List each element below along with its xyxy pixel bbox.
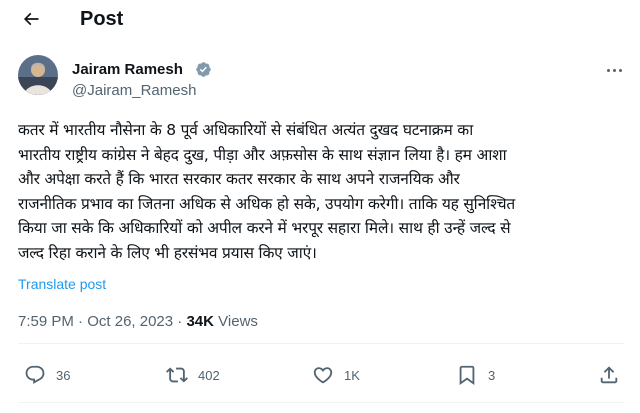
tweet-line: किया जा सके कि अधिकारियों को अपील करने म… — [18, 219, 511, 237]
share-button[interactable] — [598, 364, 620, 386]
top-bar: Post — [0, 0, 640, 40]
tweet-line: और अपेक्षा करते हैं कि भारत सरकार कतर सर… — [18, 170, 460, 188]
avatar[interactable] — [18, 55, 58, 95]
tweet-line: राजनीतिक प्रभाव का जितना अधिक से अधिक हो… — [18, 194, 515, 213]
tweet-text: कतर में भारतीय नौसेना के 8 पूर्व अधिकारि… — [18, 118, 628, 265]
tweet-line: कतर में भारतीय नौसेना के 8 पूर्व अधिकारि… — [18, 121, 474, 139]
divider — [18, 402, 624, 403]
post-date[interactable]: Oct 26, 2023 — [87, 313, 173, 330]
translate-post-link[interactable]: Translate post — [18, 275, 106, 293]
tweet-line: जल्द रिहा कराने के लिए भी हरसंभव प्रयास … — [18, 243, 317, 262]
action-bar: 36 402 1K 3 — [0, 355, 640, 395]
more-options-button[interactable] — [600, 60, 628, 80]
share-icon — [600, 366, 618, 384]
like-count: 1K — [344, 367, 360, 383]
divider — [18, 343, 624, 344]
reply-button[interactable]: 36 — [24, 364, 70, 386]
views-label: Views — [218, 313, 258, 330]
repost-icon — [166, 367, 188, 383]
more-icon — [606, 68, 610, 72]
back-button[interactable] — [16, 6, 46, 32]
bookmark-count: 3 — [488, 367, 496, 383]
repost-count: 402 — [198, 367, 220, 383]
tweet-line: भारतीय राष्ट्रीय कांग्रेस ने बेहद दुख, प… — [18, 145, 507, 164]
bookmark-button[interactable]: 3 — [456, 364, 495, 386]
author-handle[interactable]: @Jairam_Ramesh — [72, 81, 196, 100]
views-count[interactable]: 34K — [186, 313, 214, 330]
repost-button[interactable]: 402 — [166, 364, 220, 386]
back-arrow-icon — [23, 12, 39, 26]
verified-badge-icon — [196, 62, 211, 77]
reply-count: 36 — [56, 367, 71, 383]
page-title: Post — [80, 8, 124, 30]
bookmark-icon — [459, 365, 475, 386]
reply-icon — [25, 365, 45, 384]
post-meta: 7:59 PM · Oct 26, 2023 · 34K Views — [18, 312, 258, 332]
author-name[interactable]: Jairam Ramesh — [72, 60, 183, 79]
like-icon — [313, 367, 333, 384]
post-time[interactable]: 7:59 PM — [18, 313, 74, 330]
meta-separator: · — [78, 313, 84, 330]
meta-separator: · — [177, 313, 183, 330]
like-button[interactable]: 1K — [312, 364, 360, 386]
